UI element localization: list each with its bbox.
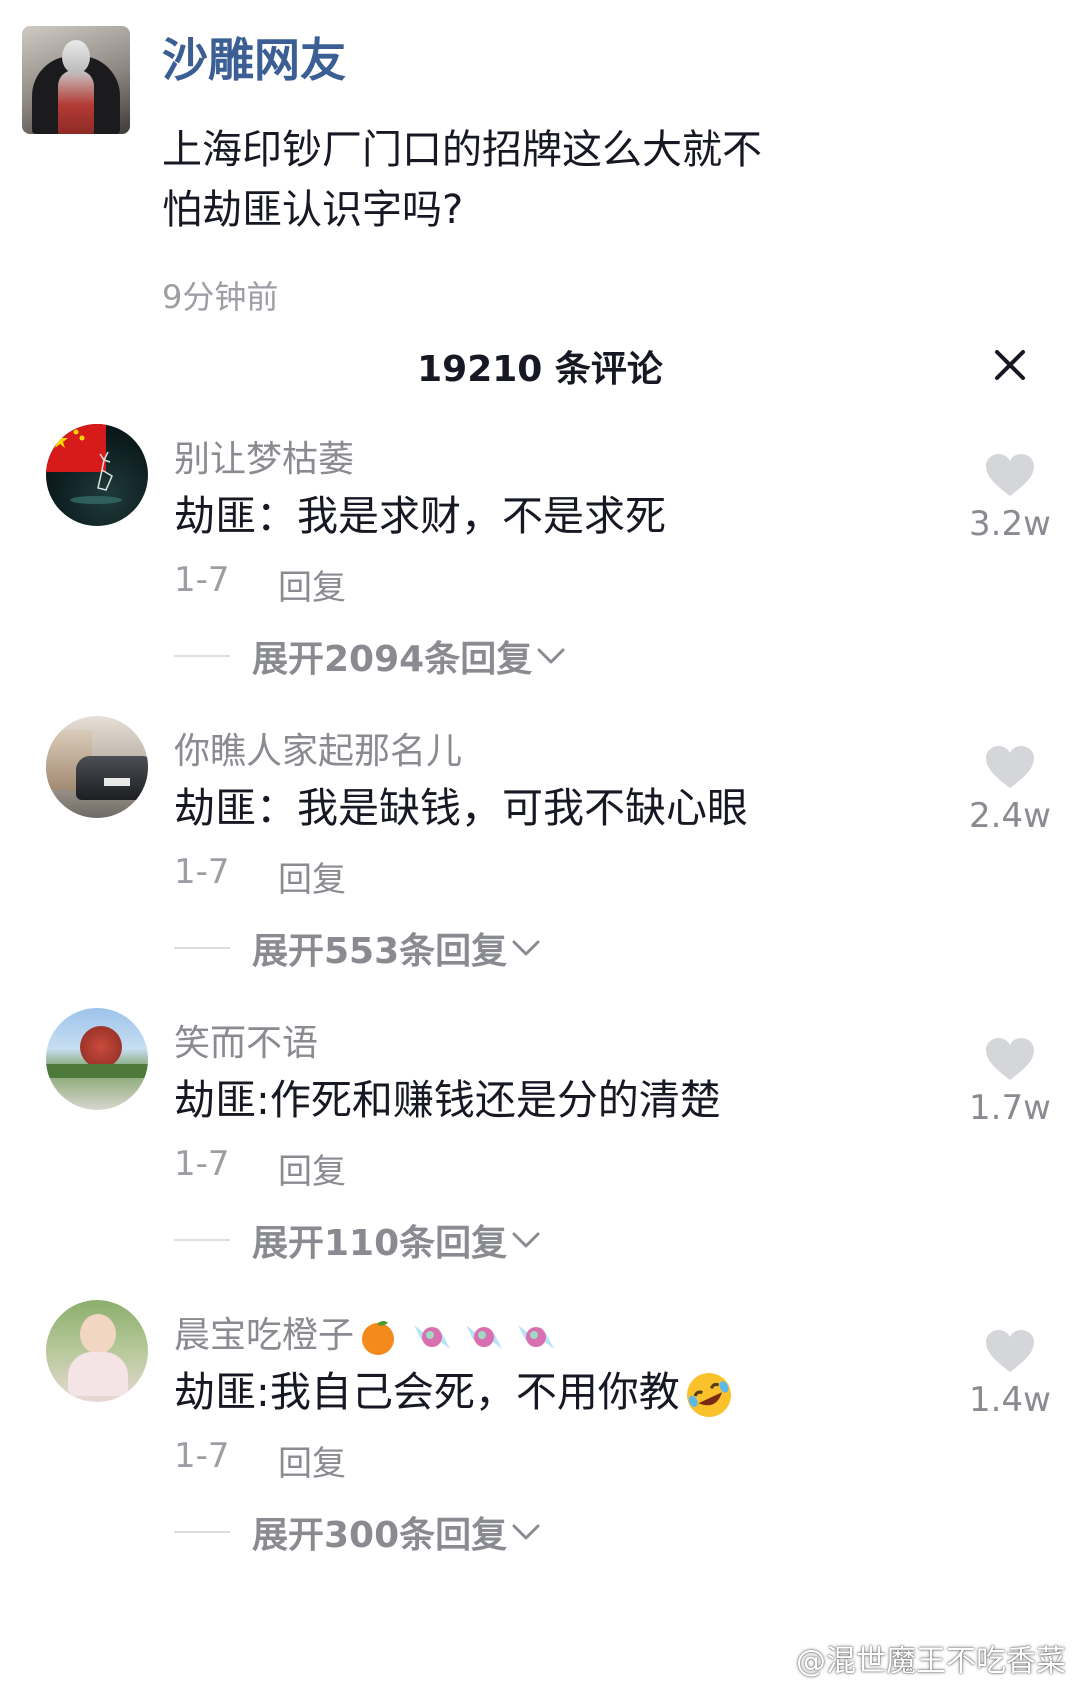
watermark-text: @混世魔王不吃香菜 xyxy=(796,1644,1066,1679)
expand-replies-button[interactable]: 展开110条回复 xyxy=(174,1214,541,1264)
chevron-down-icon xyxy=(512,940,540,956)
comment-text-content: 劫匪:我自己会死，不用你教 xyxy=(174,1368,680,1416)
like-button[interactable]: 1.7w xyxy=(960,1036,1060,1128)
post-author-name[interactable]: 沙雕网友 xyxy=(162,24,346,90)
heart-icon xyxy=(986,454,1034,496)
heart-icon xyxy=(986,1038,1034,1080)
comment-username[interactable]: 笑而不语 xyxy=(174,1014,318,1066)
expand-divider xyxy=(174,1531,230,1533)
like-count: 1.7w xyxy=(969,1088,1051,1128)
expand-divider xyxy=(174,947,230,949)
comment-date: 1-7 xyxy=(174,852,230,892)
heart-icon xyxy=(986,746,1034,788)
comment-username-text: 晨宝吃橙子 xyxy=(174,1315,355,1356)
heart-icon xyxy=(986,1330,1034,1372)
candy-emoji xyxy=(518,1325,555,1349)
chevron-down-icon xyxy=(512,1232,540,1248)
post-text: 上海印钞厂门口的招牌这么大就不怕劫匪认识字吗? xyxy=(162,127,762,233)
expand-replies-label: 展开110条回复 xyxy=(252,1223,508,1264)
expand-replies-button[interactable]: 展开300条回复 xyxy=(174,1506,541,1556)
comment-date: 1-7 xyxy=(174,1144,230,1184)
avatar-figure-suit xyxy=(58,70,94,134)
chevron-down-icon xyxy=(512,1524,540,1540)
chevron-down-icon xyxy=(537,648,565,664)
candy-emoji xyxy=(466,1325,503,1349)
expand-replies-button[interactable]: 展开2094条回复 xyxy=(174,630,566,680)
like-button[interactable]: 3.2w xyxy=(960,452,1060,544)
expand-replies-button[interactable]: 展开553条回复 xyxy=(174,922,541,972)
comment-date: 1-7 xyxy=(174,560,230,600)
like-count: 2.4w xyxy=(969,796,1051,836)
comment-text: 劫匪:我自己会死，不用你教 xyxy=(174,1358,736,1422)
comment-item: 笑而不语 劫匪:作死和赚钱还是分的清楚 1-7 回复 1.7w 展开110条回复 xyxy=(0,1008,1080,1308)
orange-emoji xyxy=(362,1321,395,1355)
avatar-hedge xyxy=(46,1064,148,1078)
like-button[interactable]: 2.4w xyxy=(960,744,1060,836)
reply-button[interactable]: 回复 xyxy=(278,1436,346,1485)
comment-item: 别让梦枯萎 劫匪：我是求财，不是求死 1-7 回复 3.2w 展开2094条回复 xyxy=(0,424,1080,724)
comment-item: 你瞧人家起那名儿 劫匪：我是缺钱，可我不缺心眼 1-7 回复 2.4w 展开55… xyxy=(0,716,1080,1016)
avatar-deer-silhouette xyxy=(70,451,122,504)
expand-divider xyxy=(174,1239,230,1241)
close-button[interactable] xyxy=(990,345,1030,385)
comment-date: 1-7 xyxy=(174,1436,230,1476)
comments-count-title: 19210 条评论 xyxy=(417,349,663,390)
avatar-tree xyxy=(80,1026,122,1068)
comment-username[interactable]: 你瞧人家起那名儿 xyxy=(174,722,462,774)
like-count: 1.4w xyxy=(969,1380,1051,1420)
comment-text: 劫匪：我是求财，不是求死 xyxy=(174,492,666,540)
expand-replies-label: 展开553条回复 xyxy=(252,931,508,972)
weibo-logo-icon xyxy=(758,1651,791,1676)
comment-username[interactable]: 晨宝吃橙子 xyxy=(174,1306,560,1358)
expand-replies-label: 展开300条回复 xyxy=(252,1515,508,1556)
avatar-car-plate xyxy=(104,778,130,786)
post-author-avatar[interactable] xyxy=(22,26,130,134)
like-count: 3.2w xyxy=(969,504,1051,544)
rofl-emoji xyxy=(686,1373,731,1417)
weibo-watermark: @混世魔王不吃香菜 xyxy=(758,1636,1066,1680)
avatar-baby-dress xyxy=(68,1352,128,1396)
comment-avatar[interactable] xyxy=(46,716,148,818)
comment-username[interactable]: 别让梦枯萎 xyxy=(174,430,354,482)
post-timestamp: 9分钟前 xyxy=(162,278,279,316)
comment-text: 劫匪:作死和赚钱还是分的清楚 xyxy=(174,1076,721,1124)
comment-avatar[interactable] xyxy=(46,424,148,526)
comment-item: 晨宝吃橙子 劫匪:我自己会死，不用你教 1-7 回复 1.4w 展开300条回复 xyxy=(0,1300,1080,1600)
close-icon xyxy=(995,350,1025,380)
reply-button[interactable]: 回复 xyxy=(278,852,346,901)
like-button[interactable]: 1.4w xyxy=(960,1328,1060,1420)
avatar-figure-head xyxy=(62,40,90,74)
comment-text: 劫匪：我是缺钱，可我不缺心眼 xyxy=(174,784,748,832)
expand-divider xyxy=(174,655,230,657)
candy-emoji xyxy=(414,1325,451,1349)
avatar-baby-head xyxy=(80,1314,116,1354)
comment-avatar[interactable] xyxy=(46,1300,148,1402)
reply-button[interactable]: 回复 xyxy=(278,560,346,609)
reply-button[interactable]: 回复 xyxy=(278,1144,346,1193)
comment-avatar[interactable] xyxy=(46,1008,148,1110)
expand-replies-label: 展开2094条回复 xyxy=(252,639,533,680)
